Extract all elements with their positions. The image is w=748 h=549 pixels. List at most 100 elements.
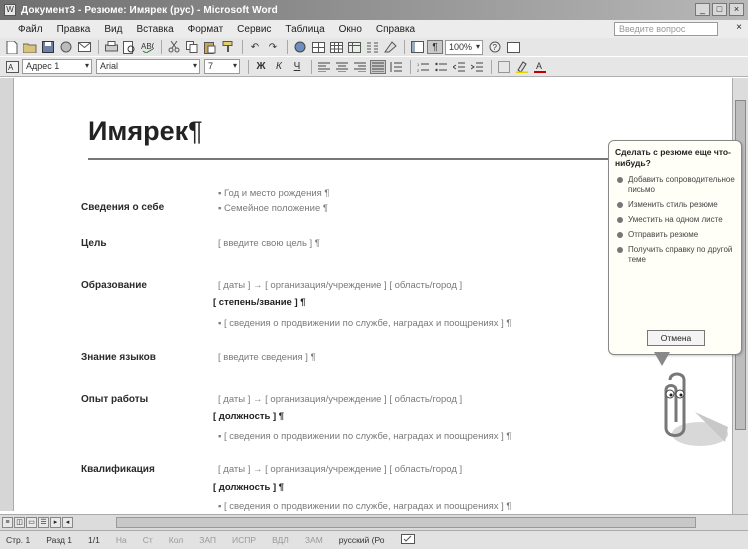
reading-view-icon[interactable]: ▸ xyxy=(50,517,61,528)
web-layout-icon[interactable]: ◫ xyxy=(14,517,25,528)
print-layout-icon[interactable]: ▭ xyxy=(26,517,37,528)
outline-view-icon[interactable]: ☰ xyxy=(38,517,49,528)
hscroll-thumb[interactable] xyxy=(116,517,696,528)
close-document-icon[interactable]: × xyxy=(736,22,742,33)
assistant-question: Сделать с резюме еще что-нибудь? xyxy=(615,147,731,168)
zoom-select[interactable]: 100% ▾ xyxy=(445,39,483,55)
menu-window[interactable]: Окно xyxy=(339,24,362,35)
hyperlink-icon[interactable] xyxy=(292,40,308,54)
underline-icon[interactable]: Ч xyxy=(289,60,305,74)
tables-borders-icon[interactable] xyxy=(310,40,326,54)
word-app-icon[interactable]: W xyxy=(4,4,16,16)
menu-insert[interactable]: Вставка xyxy=(136,24,173,35)
format-painter-icon[interactable] xyxy=(220,40,236,54)
resume-line[interactable]: ▪ [ сведения о продвижении по службе, на… xyxy=(218,501,512,512)
section-label[interactable]: Опыт работы xyxy=(81,394,148,405)
font-select[interactable]: Arial ▾ xyxy=(96,59,200,74)
increase-indent-icon[interactable] xyxy=(469,60,485,74)
status-ovr[interactable]: ЗАМ xyxy=(305,535,323,545)
read-icon[interactable] xyxy=(505,40,521,54)
redo-icon[interactable]: ↷ xyxy=(265,40,281,54)
menu-format[interactable]: Формат xyxy=(188,24,224,35)
undo-icon[interactable]: ↶ xyxy=(247,40,263,54)
line-spacing-icon[interactable] xyxy=(388,60,404,74)
resume-line[interactable]: ▪ [ сведения о продвижении по службе, на… xyxy=(218,431,512,442)
borders-icon[interactable] xyxy=(496,60,512,74)
status-ext[interactable]: ВДЛ xyxy=(272,535,289,545)
resume-line[interactable]: ▪ [ сведения о продвижении по службе, на… xyxy=(218,318,512,329)
menu-edit[interactable]: Правка xyxy=(57,24,91,35)
assistant-option-help[interactable]: Получить справку по другой теме xyxy=(615,245,735,265)
align-left-icon[interactable] xyxy=(316,60,332,74)
insert-table-icon[interactable] xyxy=(328,40,344,54)
assistant-cancel-button[interactable]: Отмена xyxy=(647,330,705,346)
section-label[interactable]: Квалификация xyxy=(81,464,155,475)
font-size-select[interactable]: 7 ▾ xyxy=(204,59,240,74)
resume-line[interactable]: ▪ Год и место рождения ¶ xyxy=(218,188,330,199)
assistant-option-cover-letter[interactable]: Добавить сопроводительное письмо xyxy=(615,175,735,195)
section-label[interactable]: Сведения о себе xyxy=(81,202,164,213)
menu-file[interactable]: Файл xyxy=(18,24,43,35)
decrease-indent-icon[interactable] xyxy=(451,60,467,74)
justify-icon[interactable] xyxy=(370,59,386,74)
font-color-icon[interactable]: A xyxy=(532,60,548,74)
normal-view-icon[interactable]: ≡ xyxy=(2,517,13,528)
section-label[interactable]: Образование xyxy=(81,280,147,291)
highlight-icon[interactable] xyxy=(514,60,530,74)
styles-pane-icon[interactable]: A xyxy=(4,60,20,74)
assistant-option-fit-page[interactable]: Уместить на одном листе xyxy=(615,215,735,225)
resume-line[interactable]: [ должность ] ¶ xyxy=(213,411,284,422)
style-select[interactable]: Адрес 1 ▾ xyxy=(22,59,92,74)
email-icon[interactable] xyxy=(76,40,92,54)
menu-tools[interactable]: Сервис xyxy=(237,24,271,35)
resume-line[interactable]: ▪ Семейное положение ¶ xyxy=(218,203,328,214)
resume-line[interactable]: [ введите свою цель ] ¶ xyxy=(218,238,320,249)
resume-line[interactable]: [ даты ] → [ организация/учреждение ] [ … xyxy=(218,464,462,475)
permission-icon[interactable] xyxy=(58,40,74,54)
minimize-button[interactable]: _ xyxy=(695,3,710,16)
resume-line[interactable]: [ введите сведения ] ¶ xyxy=(218,352,316,363)
close-button[interactable]: × xyxy=(729,3,744,16)
italic-icon[interactable]: К xyxy=(271,60,287,74)
section-label[interactable]: Цель xyxy=(81,238,107,249)
numbering-icon[interactable]: 12 xyxy=(415,60,431,74)
columns-icon[interactable] xyxy=(364,40,380,54)
open-folder-icon[interactable] xyxy=(22,40,38,54)
status-trk[interactable]: ИСПР xyxy=(232,535,256,545)
assistant-option-send[interactable]: Отправить резюме xyxy=(615,230,735,240)
horizontal-scrollbar[interactable]: ≡ ◫ ▭ ☰ ▸ ◂ xyxy=(0,514,748,530)
align-center-icon[interactable] xyxy=(334,60,350,74)
resume-line[interactable]: [ степень/звание ] ¶ xyxy=(213,297,306,308)
menu-view[interactable]: Вид xyxy=(104,24,122,35)
document-map-icon[interactable] xyxy=(409,40,425,54)
help-icon[interactable]: ? xyxy=(487,40,503,54)
insert-excel-icon[interactable] xyxy=(346,40,362,54)
align-right-icon[interactable] xyxy=(352,60,368,74)
bold-icon[interactable]: Ж xyxy=(253,60,269,74)
resume-line[interactable]: [ даты ] → [ организация/учреждение ] [ … xyxy=(218,280,462,291)
scroll-left-icon[interactable]: ◂ xyxy=(62,517,73,528)
resume-line[interactable]: [ даты ] → [ организация/учреждение ] [ … xyxy=(218,394,462,405)
resume-name-heading[interactable]: Имярек¶ xyxy=(88,116,203,147)
office-assistant-clippy-icon[interactable] xyxy=(640,372,730,452)
print-preview-icon[interactable] xyxy=(121,40,137,54)
print-icon[interactable] xyxy=(103,40,119,54)
drawing-icon[interactable] xyxy=(382,40,398,54)
show-formatting-icon[interactable]: ¶ xyxy=(427,40,443,54)
menu-table[interactable]: Таблица xyxy=(285,24,324,35)
resume-line[interactable]: [ должность ] ¶ xyxy=(213,482,284,493)
menu-help[interactable]: Справка xyxy=(376,24,415,35)
cut-icon[interactable] xyxy=(166,40,182,54)
status-rec[interactable]: ЗАП xyxy=(199,535,216,545)
bullets-icon[interactable] xyxy=(433,60,449,74)
copy-icon[interactable] xyxy=(184,40,200,54)
new-document-icon[interactable] xyxy=(4,40,20,54)
spelling-status-icon[interactable] xyxy=(400,534,415,546)
assistant-option-change-style[interactable]: Изменить стиль резюме xyxy=(615,200,735,210)
save-icon[interactable] xyxy=(40,40,56,54)
help-question-input[interactable]: Введите вопрос xyxy=(614,22,718,36)
paste-icon[interactable] xyxy=(202,40,218,54)
section-label[interactable]: Знание языков xyxy=(81,352,156,363)
spelling-icon[interactable]: ABC xyxy=(139,40,155,54)
maximize-button[interactable]: □ xyxy=(712,3,727,16)
